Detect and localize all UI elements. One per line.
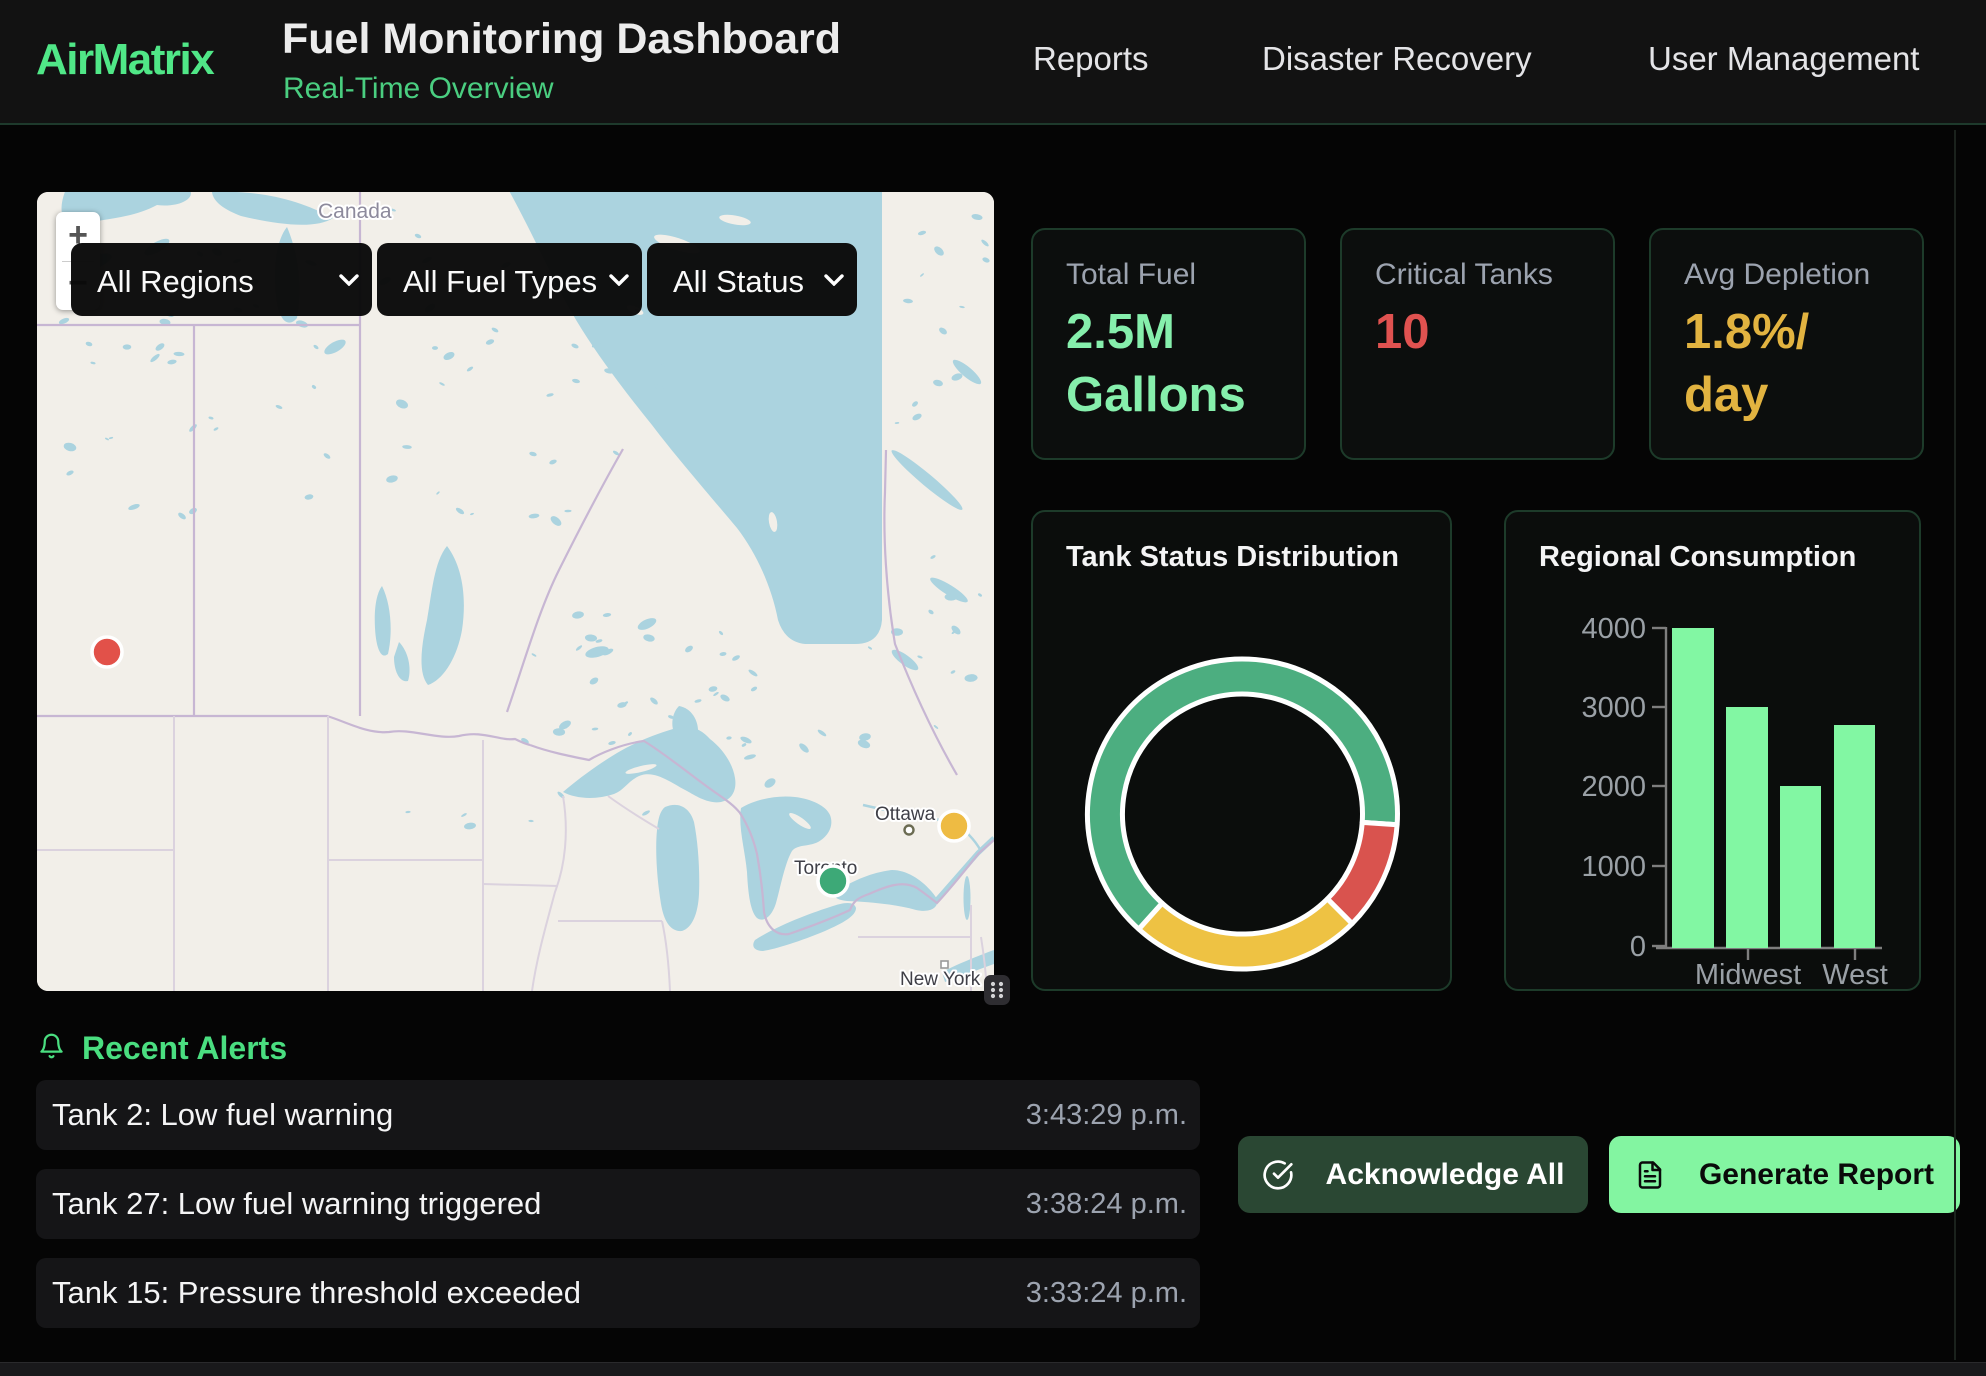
svg-text:0: 0 (1630, 931, 1646, 963)
svg-text:1000: 1000 (1581, 851, 1646, 883)
svg-text:Ottawa: Ottawa (875, 804, 936, 825)
svg-text:4000: 4000 (1581, 613, 1646, 645)
svg-text:Midwest: Midwest (1695, 959, 1801, 991)
svg-text:New York: New York (900, 969, 981, 990)
svg-text:Canada: Canada (318, 200, 392, 223)
svg-text:2000: 2000 (1581, 771, 1646, 803)
svg-text:West: West (1822, 959, 1888, 991)
svg-text:3000: 3000 (1581, 692, 1646, 724)
